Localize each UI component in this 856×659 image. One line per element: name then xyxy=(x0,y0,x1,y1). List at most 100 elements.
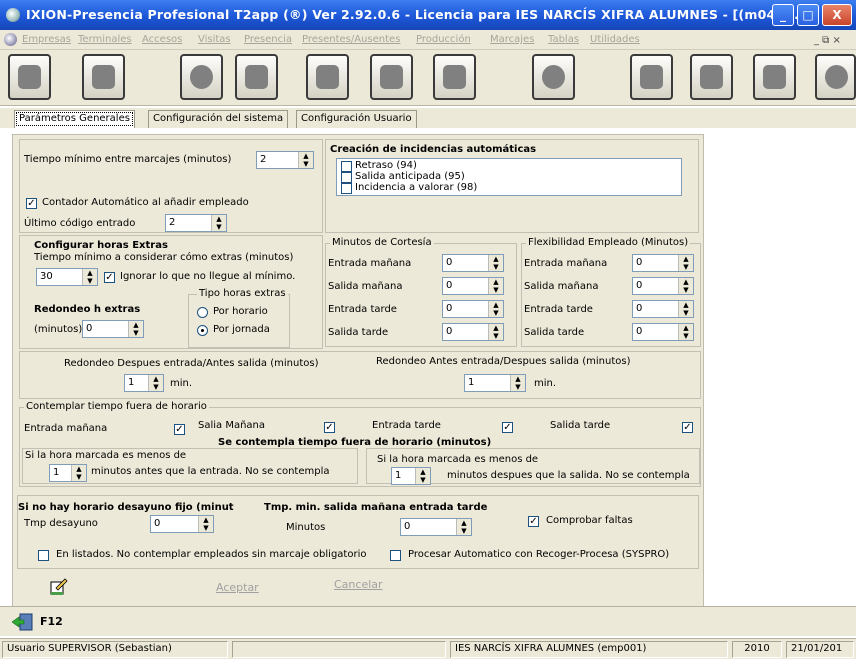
accept-button[interactable]: Aceptar xyxy=(216,581,259,594)
spin-arrows-icon[interactable]: ▲ ▼ xyxy=(298,152,313,168)
incidencia-salida-checkbox[interactable] xyxy=(341,172,352,183)
fuera-before-spinner[interactable]: 1 ▲ ▼ xyxy=(49,464,87,482)
edit-icon[interactable] xyxy=(50,578,68,596)
tab-parametros-generales[interactable]: Parámetros Generales xyxy=(14,110,135,128)
menu-empresas[interactable]: Empresas xyxy=(22,34,71,45)
users-button[interactable] xyxy=(82,54,125,100)
redondeo-left-spinner[interactable]: 1 ▲ ▼ xyxy=(124,374,164,392)
app-icon[interactable] xyxy=(6,8,20,22)
fuera-salida-tarde-label: Salida tarde xyxy=(550,420,611,431)
cortesia-salida-manana-spinner[interactable]: 0 ▲ ▼ xyxy=(442,277,504,295)
menu-tablas[interactable]: Tablas xyxy=(548,34,579,45)
spin-arrows-icon[interactable]: ▲ ▼ xyxy=(128,321,143,337)
radio-por-horario[interactable] xyxy=(197,307,208,318)
redondeo-right-spinner[interactable]: 1 ▲ ▼ xyxy=(464,374,526,392)
flex-salida-tarde-spinner[interactable]: 0 ▲ ▼ xyxy=(632,323,694,341)
spin-arrows-icon[interactable]: ▲ ▼ xyxy=(488,278,503,294)
spin-arrows-icon[interactable]: ▲ ▼ xyxy=(415,468,430,484)
cortesia-salida-tarde-spinner[interactable]: 0 ▲ ▼ xyxy=(442,323,504,341)
f12-label[interactable]: F12 xyxy=(40,615,63,628)
spin-arrows-icon[interactable]: ▲ ▼ xyxy=(488,301,503,317)
menu-accesos[interactable]: Accesos xyxy=(142,34,182,45)
radio-por-jornada[interactable] xyxy=(197,325,208,336)
terminal-button[interactable] xyxy=(370,54,413,100)
minimize-button[interactable]: _ xyxy=(772,4,794,26)
salida-tarde-spinner[interactable]: 0 ▲ ▼ xyxy=(400,518,472,536)
settings-button[interactable] xyxy=(306,54,349,100)
listados-checkbox[interactable] xyxy=(38,550,49,561)
title-bar[interactable]: IXION-Presencia Profesional T2app (®) Ve… xyxy=(0,0,856,30)
menu-presencia[interactable]: Presencia xyxy=(244,34,292,45)
menu-utilidades[interactable]: Utilidades xyxy=(590,34,640,45)
person-button[interactable] xyxy=(690,54,733,100)
spin-arrows-icon[interactable]: ▲ ▼ xyxy=(678,278,693,294)
redondeo-left-label: Redondeo Despues entrada/Antes salida (m… xyxy=(64,358,319,369)
fuera-entrada-tarde-checkbox[interactable]: ✓ xyxy=(502,422,513,433)
extras-type-title: Tipo horas extras xyxy=(197,288,288,299)
cortesia-row-label: Entrada tarde xyxy=(328,304,397,315)
fuera-salida-manana-checkbox[interactable]: ✓ xyxy=(324,422,335,433)
menu-produccion[interactable]: Producción xyxy=(416,34,471,45)
spin-arrows-icon[interactable]: ▲ ▼ xyxy=(678,301,693,317)
spin-arrows-icon[interactable]: ▲ ▼ xyxy=(71,465,86,481)
map-button[interactable] xyxy=(630,54,673,100)
extras-min-spinner[interactable]: 30 ▲ ▼ xyxy=(36,268,98,286)
comprobar-faltas-checkbox[interactable]: ✓ xyxy=(528,516,539,527)
menu-presentes-ausentes[interactable]: Presentes/Ausentes xyxy=(302,34,400,45)
spin-arrows-icon[interactable]: ▲ ▼ xyxy=(488,324,503,340)
syspro-checkbox[interactable] xyxy=(390,550,401,561)
tab-configuracion-sistema[interactable]: Configuración del sistema xyxy=(148,110,289,128)
door-button[interactable] xyxy=(180,54,223,100)
spin-arrows-icon[interactable]: ▲ ▼ xyxy=(211,215,226,231)
printer-button[interactable] xyxy=(433,54,476,100)
auto-counter-label: Contador Automático al añadir empleado xyxy=(42,197,249,208)
calendar-icon xyxy=(763,65,786,89)
fuera-salida-tarde-checkbox[interactable]: ✓ xyxy=(682,422,693,433)
flex-entrada-tarde-spinner[interactable]: 0 ▲ ▼ xyxy=(632,300,694,318)
min-time-spinner[interactable]: 2 ▲ ▼ xyxy=(256,151,314,169)
help-button[interactable] xyxy=(532,54,575,100)
spin-arrows-icon[interactable]: ▲ ▼ xyxy=(148,375,163,391)
exit-door-icon[interactable] xyxy=(12,613,34,631)
spin-arrows-icon[interactable]: ▲ ▼ xyxy=(456,519,471,535)
close-button[interactable]: X xyxy=(822,4,852,26)
incidencias-list[interactable]: Retraso (94) Salida anticipada (95) Inci… xyxy=(336,158,682,196)
menu-terminales[interactable]: Terminales xyxy=(78,34,132,45)
toolbar xyxy=(0,50,856,106)
keys-button[interactable] xyxy=(8,54,51,100)
status-user: Usuario SUPERVISOR (Sebastian) xyxy=(2,641,228,658)
spin-arrows-icon[interactable]: ▲ ▼ xyxy=(678,324,693,340)
cortesia-value: 0 xyxy=(446,326,453,337)
round-extras-spinner[interactable]: 0 ▲ ▼ xyxy=(82,320,144,338)
book-button[interactable] xyxy=(235,54,278,100)
spin-arrows-icon[interactable]: ▲ ▼ xyxy=(510,375,525,391)
desayuno-spinner[interactable]: 0 ▲ ▼ xyxy=(150,515,214,533)
child-window-controls[interactable]: _ ⧉ × xyxy=(814,35,841,46)
auto-counter-checkbox[interactable]: ✓ xyxy=(26,198,37,209)
spin-arrows-icon[interactable]: ▲ ▼ xyxy=(82,269,97,285)
incidencia-valorar-checkbox[interactable] xyxy=(341,183,352,194)
child-window-icon[interactable] xyxy=(4,33,17,46)
cortesia-entrada-tarde-spinner[interactable]: 0 ▲ ▼ xyxy=(442,300,504,318)
menu-visitas[interactable]: Visitas xyxy=(198,34,231,45)
spin-arrows-icon[interactable]: ▲ ▼ xyxy=(198,516,213,532)
spin-arrows-icon[interactable]: ▲ ▼ xyxy=(488,255,503,271)
redondeo-left-value: 1 xyxy=(128,377,135,388)
cancel-button[interactable]: Cancelar xyxy=(334,578,383,591)
tab-configuracion-usuario[interactable]: Configuración Usuario xyxy=(296,110,417,128)
flex-entrada-manana-spinner[interactable]: 0 ▲ ▼ xyxy=(632,254,694,272)
menu-marcajes[interactable]: Marcajes xyxy=(490,34,534,45)
fuera-after-spinner[interactable]: 1 ▲ ▼ xyxy=(391,467,431,485)
maximize-button[interactable]: □ xyxy=(797,4,819,26)
calendar-button[interactable] xyxy=(753,54,796,100)
flex-salida-manana-spinner[interactable]: 0 ▲ ▼ xyxy=(632,277,694,295)
fuera-entrada-manana-checkbox[interactable]: ✓ xyxy=(174,424,185,435)
incidencia-retraso-checkbox[interactable] xyxy=(341,161,352,172)
cortesia-entrada-manana-spinner[interactable]: 0 ▲ ▼ xyxy=(442,254,504,272)
extras-min-label: Tiempo mínimo a considerar cómo extras (… xyxy=(34,252,294,263)
last-code-spinner[interactable]: 2 ▲ ▼ xyxy=(165,214,227,232)
spin-arrows-icon[interactable]: ▲ ▼ xyxy=(678,255,693,271)
clock-button[interactable] xyxy=(815,54,856,100)
tab-strip: Parámetros Generales Configuración del s… xyxy=(0,108,856,128)
ignore-min-checkbox[interactable]: ✓ xyxy=(104,272,115,283)
